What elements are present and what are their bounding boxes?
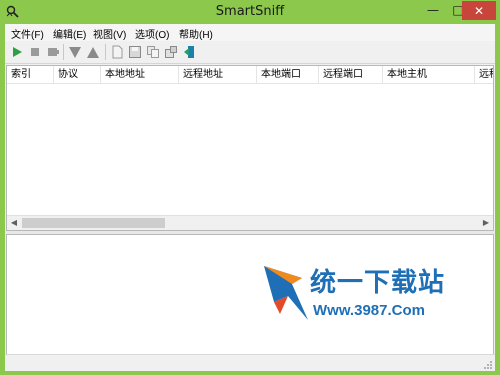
col-header-remote[interactable]: 远程 [475, 66, 493, 83]
column-headers: 索引 协议 本地地址 远程地址 本地端口 远程端口 本地主机 远程 [7, 66, 493, 84]
toolbar [5, 41, 495, 64]
col-header-remote-address[interactable]: 远程地址 [179, 66, 257, 83]
minimize-button[interactable]: — [420, 0, 446, 20]
packet-list[interactable]: 索引 协议 本地地址 远程地址 本地端口 远程端口 本地主机 远程 ◀ ▶ [6, 65, 494, 231]
close-button[interactable]: ✕ [462, 1, 496, 20]
resize-grip-icon[interactable] [483, 360, 493, 370]
menu-file[interactable]: 文件(F) [11, 26, 44, 41]
col-header-index[interactable]: 索引 [7, 66, 54, 83]
watermark-cn-text: 统一下载站 [310, 268, 446, 298]
menu-edit[interactable]: 编辑(E) [53, 26, 86, 41]
save-icon[interactable] [127, 44, 143, 60]
stop-icon[interactable] [27, 44, 43, 60]
horizontal-scrollbar[interactable]: ◀ ▶ [7, 215, 493, 230]
app-window: SmartSniff — □ ✕ 文件(F) 编辑(E) 视图(V) 选项(O)… [0, 0, 500, 375]
properties-icon[interactable] [163, 44, 179, 60]
toolbar-separator [105, 44, 106, 60]
scroll-right-icon[interactable]: ▶ [479, 216, 493, 230]
new-doc-icon[interactable] [109, 44, 125, 60]
scrollbar-thumb[interactable] [22, 218, 165, 228]
scroll-left-icon[interactable]: ◀ [7, 216, 21, 230]
menu-options[interactable]: 选项(O) [135, 26, 169, 41]
copy-icon[interactable] [145, 44, 161, 60]
title-bar[interactable]: SmartSniff — □ ✕ [0, 0, 500, 24]
menu-view[interactable]: 视图(V) [93, 26, 126, 41]
col-header-local-address[interactable]: 本地地址 [101, 66, 179, 83]
menu-bar: 文件(F) 编辑(E) 视图(V) 选项(O) 帮助(H) [5, 24, 495, 41]
status-bar [5, 354, 495, 371]
play-icon[interactable] [9, 44, 25, 60]
toolbar-separator [63, 44, 64, 60]
menu-help[interactable]: 帮助(H) [179, 26, 213, 41]
col-header-remote-port[interactable]: 远程端口 [319, 66, 383, 83]
filter-down-icon[interactable] [67, 44, 83, 60]
col-header-local-port[interactable]: 本地端口 [257, 66, 319, 83]
filter-up-icon[interactable] [85, 44, 101, 60]
watermark: 统一下载站 Www.3987.Com [258, 258, 448, 328]
col-header-local-host[interactable]: 本地主机 [383, 66, 475, 83]
exit-icon[interactable] [181, 44, 197, 60]
watermark-logo-icon [264, 266, 308, 320]
watermark-en-text: Www.3987.Com [313, 302, 425, 319]
stop-record-icon[interactable] [45, 44, 61, 60]
col-header-protocol[interactable]: 协议 [54, 66, 101, 83]
